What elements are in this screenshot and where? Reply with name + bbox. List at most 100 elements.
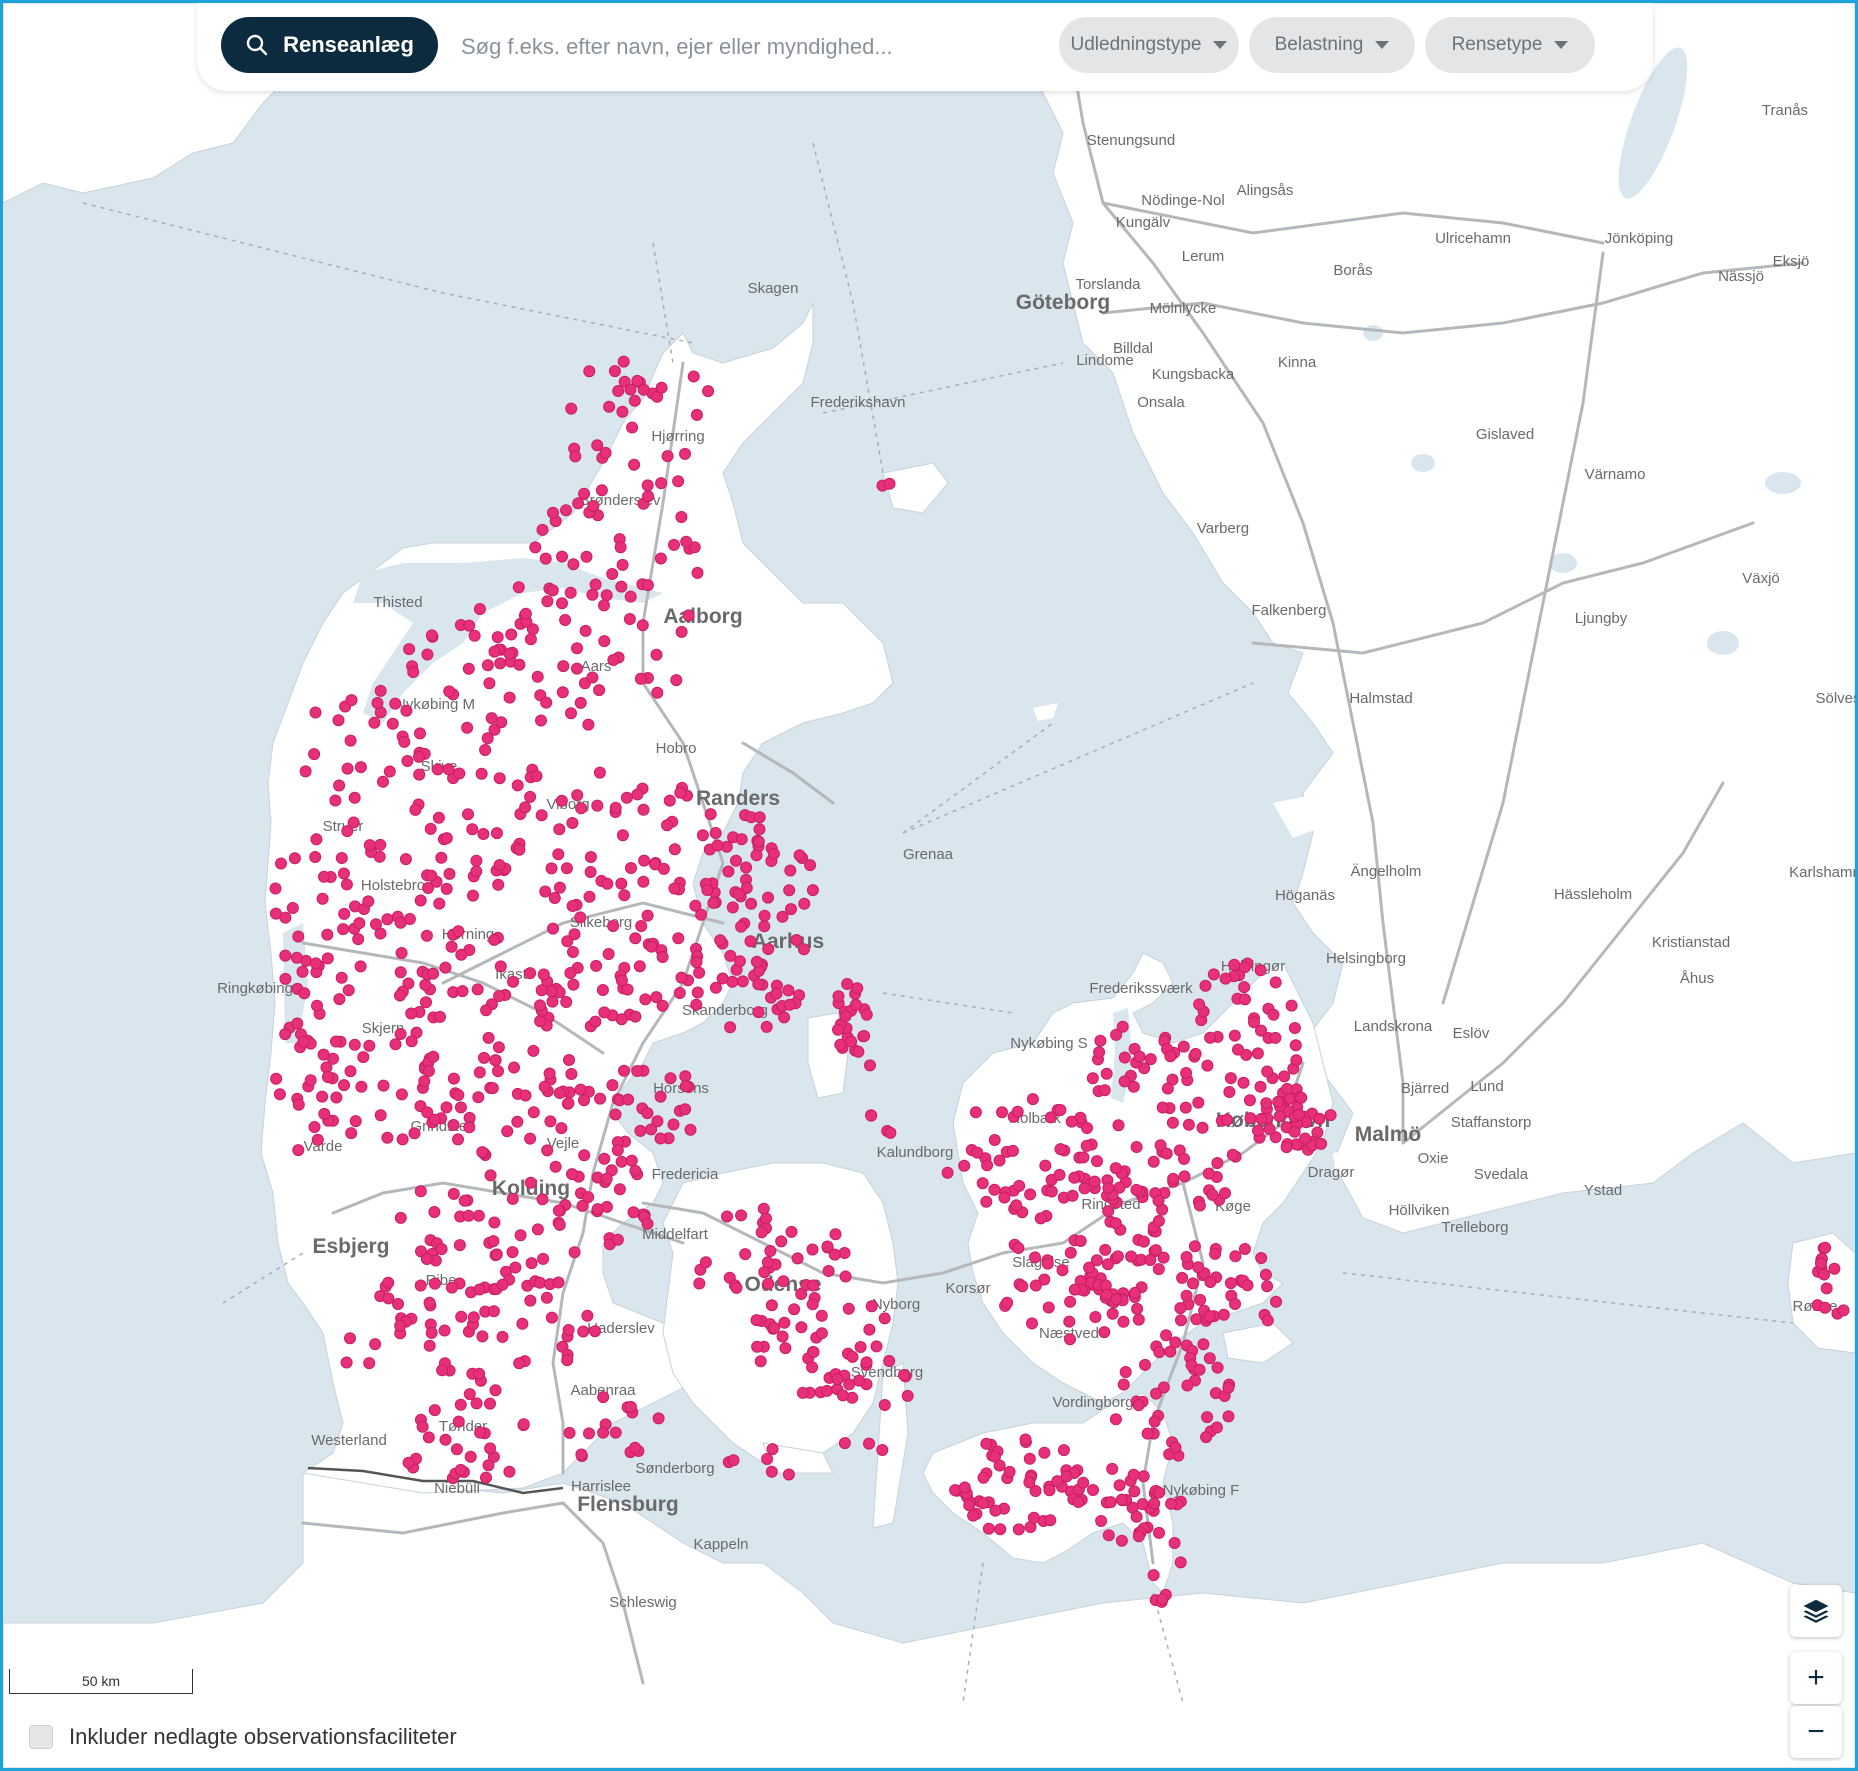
plant-marker[interactable] [1053, 1168, 1066, 1181]
plant-marker[interactable] [615, 877, 628, 890]
plant-marker[interactable] [535, 984, 548, 997]
plant-marker[interactable] [582, 1191, 595, 1204]
plant-marker[interactable] [398, 735, 411, 748]
plant-marker[interactable] [413, 768, 426, 781]
plant-marker[interactable] [1270, 1295, 1282, 1308]
plant-marker[interactable] [423, 1339, 436, 1352]
plant-marker[interactable] [316, 1090, 329, 1103]
plant-marker[interactable] [344, 1065, 357, 1078]
plant-marker[interactable] [600, 589, 613, 602]
plant-marker[interactable] [470, 865, 483, 878]
checkbox[interactable] [29, 1725, 53, 1749]
plant-marker[interactable] [370, 918, 382, 931]
plant-marker[interactable] [996, 1106, 1008, 1119]
plant-marker[interactable] [475, 767, 488, 780]
plant-marker[interactable] [527, 1106, 540, 1119]
plant-marker[interactable] [1019, 1433, 1032, 1446]
plant-marker[interactable] [443, 685, 456, 698]
plant-marker[interactable] [1110, 1293, 1123, 1306]
plant-marker[interactable] [1056, 1264, 1069, 1277]
plant-marker[interactable] [1098, 1084, 1111, 1097]
plant-marker[interactable] [673, 987, 686, 999]
plant-marker[interactable] [1176, 1271, 1189, 1284]
plant-marker[interactable] [1201, 1059, 1214, 1072]
plant-marker[interactable] [1255, 1112, 1268, 1125]
plant-marker[interactable] [1164, 1050, 1177, 1063]
plant-marker[interactable] [1156, 1593, 1169, 1606]
plant-marker[interactable] [452, 1415, 465, 1428]
plant-marker[interactable] [969, 1106, 982, 1119]
plant-marker[interactable] [651, 686, 664, 699]
plant-marker[interactable] [1203, 1310, 1216, 1323]
plant-marker[interactable] [549, 1160, 562, 1173]
plant-marker[interactable] [629, 1164, 642, 1177]
plant-marker[interactable] [490, 827, 503, 840]
plant-marker[interactable] [440, 832, 453, 845]
plant-marker[interactable] [1204, 1276, 1217, 1288]
plant-marker[interactable] [578, 1149, 591, 1162]
plant-marker[interactable] [342, 984, 355, 997]
plant-marker[interactable] [761, 1453, 774, 1465]
plant-marker[interactable] [583, 890, 596, 903]
plant-marker[interactable] [878, 1399, 891, 1411]
plant-marker[interactable] [292, 1144, 305, 1157]
plant-marker[interactable] [1139, 1358, 1151, 1371]
plant-marker[interactable] [785, 1225, 798, 1238]
plant-marker[interactable] [1024, 1188, 1037, 1201]
plant-marker[interactable] [1189, 1047, 1202, 1060]
plant-marker[interactable] [405, 1035, 418, 1048]
plant-marker[interactable] [637, 383, 650, 396]
plant-marker[interactable] [507, 975, 519, 988]
plant-marker[interactable] [1165, 1497, 1178, 1510]
plant-marker[interactable] [553, 823, 566, 836]
plant-marker[interactable] [442, 763, 455, 776]
plant-marker[interactable] [793, 849, 806, 862]
plant-marker[interactable] [555, 794, 568, 807]
plant-marker[interactable] [721, 1210, 733, 1223]
plant-marker[interactable] [690, 408, 703, 421]
plant-marker[interactable] [420, 929, 433, 942]
plant-marker[interactable] [371, 697, 384, 709]
plant-marker[interactable] [752, 1006, 765, 1019]
plant-marker[interactable] [503, 691, 516, 704]
plant-marker[interactable] [531, 1223, 544, 1236]
plant-marker[interactable] [1137, 1235, 1150, 1248]
plant-marker[interactable] [543, 1067, 556, 1080]
plant-marker[interactable] [535, 809, 548, 822]
plant-marker[interactable] [778, 1011, 791, 1024]
plant-marker[interactable] [472, 1209, 485, 1222]
plant-marker[interactable] [645, 940, 658, 953]
plant-marker[interactable] [414, 727, 426, 740]
plant-marker[interactable] [829, 1228, 842, 1241]
plant-marker[interactable] [1222, 1381, 1235, 1394]
plant-marker[interactable] [1099, 1243, 1112, 1256]
plant-marker[interactable] [751, 1340, 764, 1353]
plant-marker[interactable] [1029, 1251, 1041, 1264]
plant-marker[interactable] [1174, 1302, 1187, 1315]
plant-marker[interactable] [534, 1015, 547, 1028]
plant-marker[interactable] [1819, 1241, 1832, 1254]
plant-marker[interactable] [452, 1133, 464, 1146]
plant-marker[interactable] [641, 479, 654, 492]
plant-marker[interactable] [503, 1465, 516, 1478]
plant-marker[interactable] [663, 794, 676, 807]
plant-marker[interactable] [333, 993, 346, 1006]
plant-marker[interactable] [368, 716, 381, 729]
plant-marker[interactable] [988, 1134, 1001, 1146]
plant-marker[interactable] [1260, 1097, 1273, 1110]
plant-marker[interactable] [606, 568, 619, 580]
plant-marker[interactable] [440, 882, 453, 895]
plant-marker[interactable] [657, 862, 670, 875]
plant-marker[interactable] [1044, 1111, 1057, 1124]
plant-marker[interactable] [491, 631, 504, 644]
plant-marker[interactable] [556, 686, 569, 699]
plant-marker[interactable] [606, 1079, 619, 1092]
plant-marker[interactable] [1280, 1141, 1293, 1154]
plant-marker[interactable] [583, 365, 596, 378]
plant-marker[interactable] [548, 892, 561, 904]
plant-marker[interactable] [524, 967, 537, 980]
plant-marker[interactable] [503, 647, 516, 660]
plant-marker[interactable] [762, 943, 775, 955]
plant-marker[interactable] [1038, 1446, 1051, 1459]
plant-marker[interactable] [453, 1239, 466, 1252]
